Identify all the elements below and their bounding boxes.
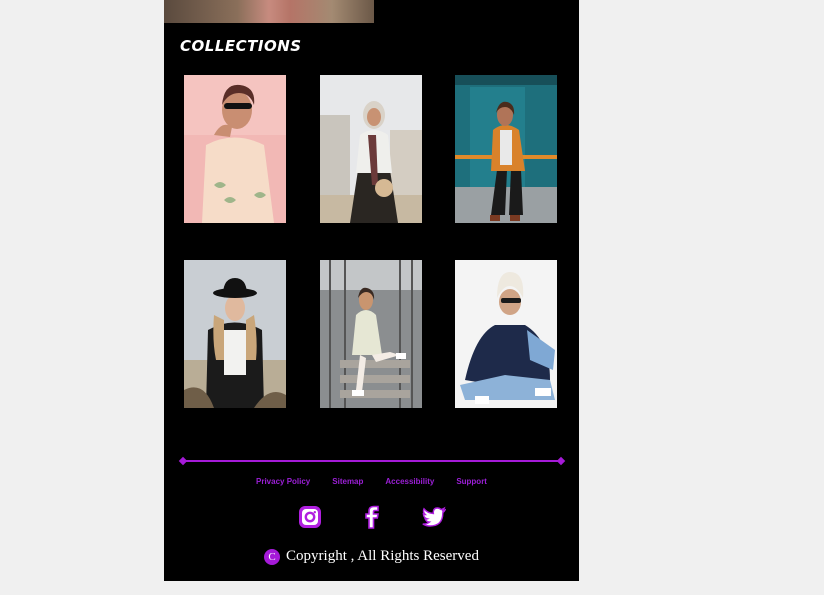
footer-divider [178,456,566,466]
accessibility-link[interactable]: Accessibility [385,477,434,486]
collection-photo-3[interactable] [455,75,557,223]
collection-photo-6[interactable] [455,260,557,408]
copyright-text: Copyright , All Rights Reserved [286,548,479,564]
collections-heading: COLLECTIONS [180,37,302,55]
page-container: COLLECTIONS Privacy Policy Sitemap Acces… [164,0,579,581]
facebook-icon[interactable] [360,505,384,529]
divider-line [184,460,560,462]
copyright-icon: C [264,548,281,565]
divider-left-diamond-icon [178,456,188,466]
collection-photo-1[interactable] [184,75,286,223]
collection-photo-4[interactable] [184,260,286,408]
collection-photo-5[interactable] [320,260,422,408]
footer-links: Privacy Policy Sitemap Accessibility Sup… [164,477,579,486]
privacy-policy-link[interactable]: Privacy Policy [256,477,310,486]
hero-image-bottom-strip [164,0,374,23]
divider-right-diamond-icon [556,456,566,466]
collection-photo-2[interactable] [320,75,422,223]
instagram-icon[interactable] [298,505,322,529]
support-link[interactable]: Support [456,477,487,486]
copyright-line: C Copyright , All Rights Reserved [164,548,579,565]
sitemap-link[interactable]: Sitemap [332,477,363,486]
social-icons [164,505,579,529]
twitter-icon[interactable] [421,505,446,529]
